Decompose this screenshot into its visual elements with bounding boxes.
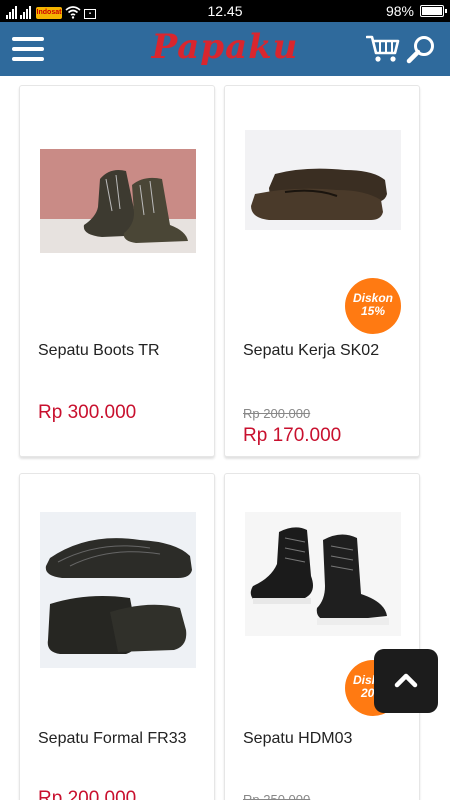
product-price: Rp 170.000 bbox=[243, 425, 342, 446]
formal-shoes-image bbox=[40, 512, 196, 668]
chevron-up-icon bbox=[394, 673, 418, 688]
product-card[interactable]: Sepatu Formal FR33 Rp 200.000 bbox=[19, 473, 215, 800]
product-old-price: Rp 250.000 bbox=[243, 792, 311, 800]
battery-percent: 98% bbox=[385, 3, 414, 19]
product-image bbox=[40, 149, 196, 253]
product-name[interactable]: Sepatu HDM03 bbox=[243, 730, 352, 748]
product-name[interactable]: Sepatu Formal FR33 bbox=[38, 730, 187, 748]
product-price: Rp 300.000 bbox=[38, 402, 137, 423]
product-card[interactable]: Sepatu Boots TR Rp 300.000 bbox=[19, 85, 215, 457]
product-old-price: Rp 200.000 bbox=[243, 406, 311, 421]
battery-level bbox=[422, 7, 442, 15]
app-header: Papaku bbox=[0, 22, 450, 76]
product-name[interactable]: Sepatu Boots TR bbox=[38, 342, 160, 360]
product-image bbox=[40, 512, 196, 668]
status-right: 98% bbox=[385, 3, 447, 19]
discount-badge: Diskon 15% bbox=[345, 278, 401, 334]
status-bar: Indosat ▪ 12.45 98% bbox=[0, 0, 450, 22]
product-image bbox=[245, 130, 401, 230]
product-image bbox=[245, 512, 401, 636]
product-card[interactable]: Diskon 20% Sepatu HDM03 Rp 250.000 bbox=[224, 473, 420, 800]
discount-percent: 15% bbox=[360, 304, 386, 318]
product-price: Rp 200.000 bbox=[38, 788, 137, 800]
search-icon[interactable] bbox=[406, 34, 436, 64]
battery-icon bbox=[420, 5, 447, 17]
high-top-shoes-image bbox=[245, 512, 401, 636]
shopping-cart-icon[interactable] bbox=[366, 34, 400, 64]
scroll-to-top-button[interactable] bbox=[374, 649, 438, 713]
loafer-image bbox=[245, 130, 401, 230]
status-time: 12.45 bbox=[207, 3, 243, 19]
product-card[interactable]: Diskon 15% Sepatu Kerja SK02 Rp 200.000 … bbox=[224, 85, 420, 457]
product-name[interactable]: Sepatu Kerja SK02 bbox=[243, 342, 379, 360]
boots-image bbox=[40, 149, 196, 253]
